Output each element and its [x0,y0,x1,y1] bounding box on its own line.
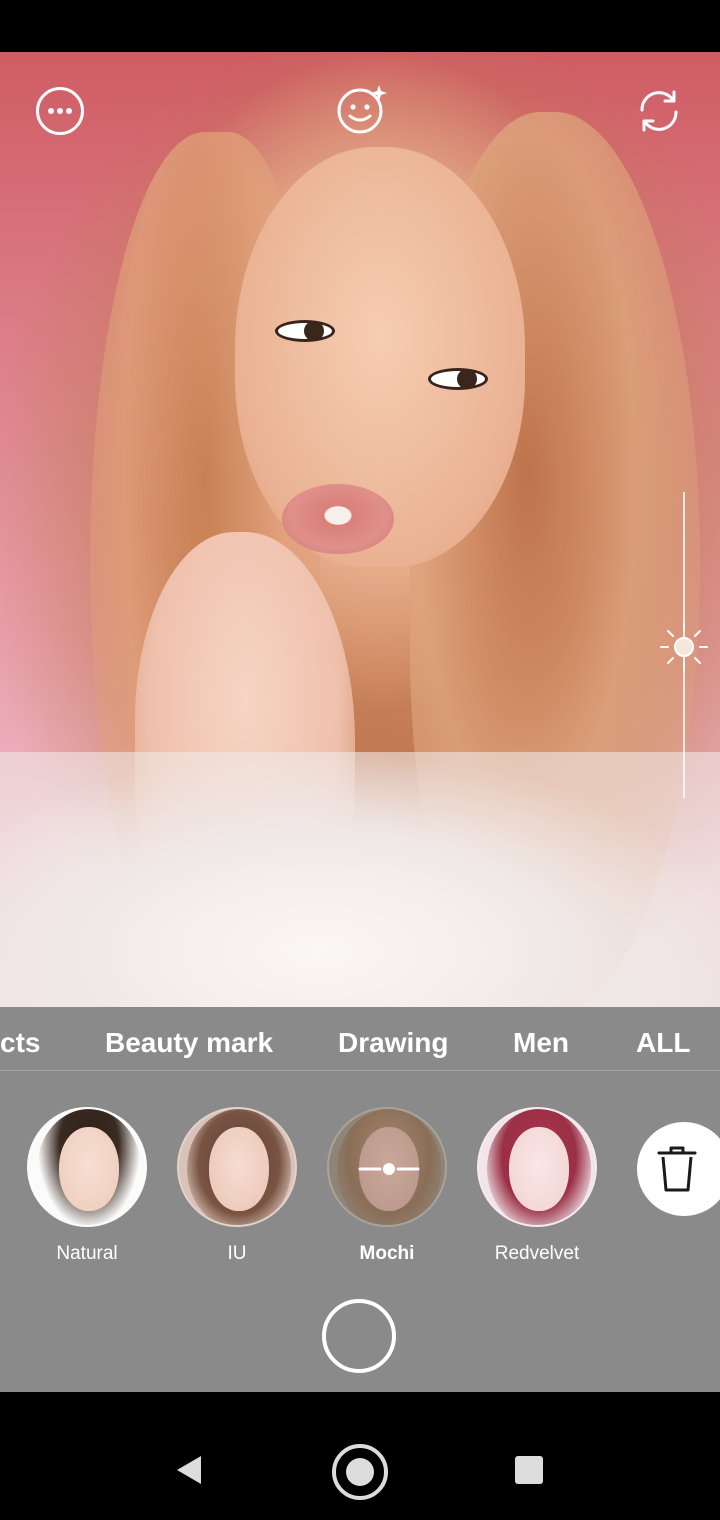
tab-drawing[interactable]: Drawing [338,1027,448,1059]
exposure-slider-handle[interactable] [658,621,710,673]
filter-thumbnail [477,1107,597,1227]
smile-sparkle-icon [337,85,387,134]
system-navigation-bar [0,1392,720,1520]
filter-mochi[interactable]: Mochi [326,1107,448,1265]
trash-icon [657,1146,697,1192]
face-effect-button[interactable] [335,82,391,138]
filter-label: Mochi [359,1243,415,1264]
triangle-back-icon [177,1456,201,1484]
filter-thumbnail [27,1107,147,1227]
category-tab-bar: cts Beauty mark Drawing Men ALL [0,1007,720,1071]
delete-effect-button[interactable] [637,1122,720,1216]
more-options-button[interactable] [35,86,85,136]
shutter-button[interactable] [322,1299,396,1373]
tab-men[interactable]: Men [513,1027,569,1059]
tab-effects[interactable]: cts [0,1027,40,1059]
filter-thumbnail [177,1107,297,1227]
switch-camera-button[interactable] [634,86,684,136]
nav-back-button[interactable] [165,1446,213,1494]
filter-label: Redvelvet [494,1243,580,1264]
preview-subject-lips [282,484,394,554]
preview-subject-eye [428,368,488,390]
nav-home-button[interactable] [330,1442,390,1502]
filter-iu[interactable]: IU [176,1107,298,1265]
effects-panel: Natural IU Mochi Redvelvet [0,1071,720,1392]
circle-home-icon [332,1444,388,1500]
filter-label: Natural [56,1243,118,1264]
preview-subject-eye [275,320,335,342]
filter-label: IU [227,1243,247,1264]
sun-icon [660,623,708,671]
adjust-slider-icon [358,1163,420,1175]
filter-natural[interactable]: Natural [26,1107,148,1265]
camera-rotate-icon [640,90,678,132]
tab-all[interactable]: ALL [636,1027,690,1059]
preview-subject-sweater [0,752,720,1007]
camera-viewfinder[interactable] [0,52,720,1007]
tab-beauty-mark[interactable]: Beauty mark [105,1027,273,1059]
square-recents-icon [515,1456,543,1484]
status-bar [0,0,720,52]
filter-redvelvet[interactable]: Redvelvet [476,1107,598,1265]
more-horizontal-icon [36,87,84,135]
nav-recents-button[interactable] [505,1446,553,1494]
filter-thumbnail [327,1107,447,1227]
